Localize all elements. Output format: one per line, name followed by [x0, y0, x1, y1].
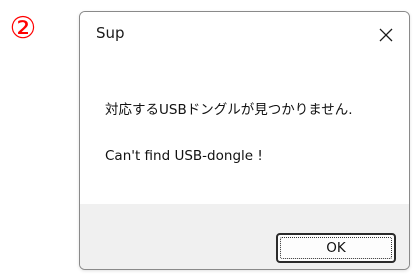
message-japanese: 対応するUSBドングルが見つかりません.: [105, 102, 353, 118]
ok-button[interactable]: OK: [276, 233, 396, 263]
dialog-title-bar: Sup: [80, 12, 409, 57]
close-button[interactable]: [363, 12, 409, 57]
dialog-body: 対応するUSBドングルが見つかりません. Can't find USB-dong…: [80, 57, 409, 204]
message-english: Can't find USB-dongle !: [105, 148, 263, 164]
step-number-marker: ②: [9, 11, 37, 46]
dialog-button-bar: OK: [80, 204, 409, 269]
dialog-title: Sup: [96, 24, 125, 42]
message-dialog: Sup 対応するUSBドングルが見つかりません. Can't find USB-…: [79, 11, 410, 270]
close-icon: [379, 28, 393, 41]
